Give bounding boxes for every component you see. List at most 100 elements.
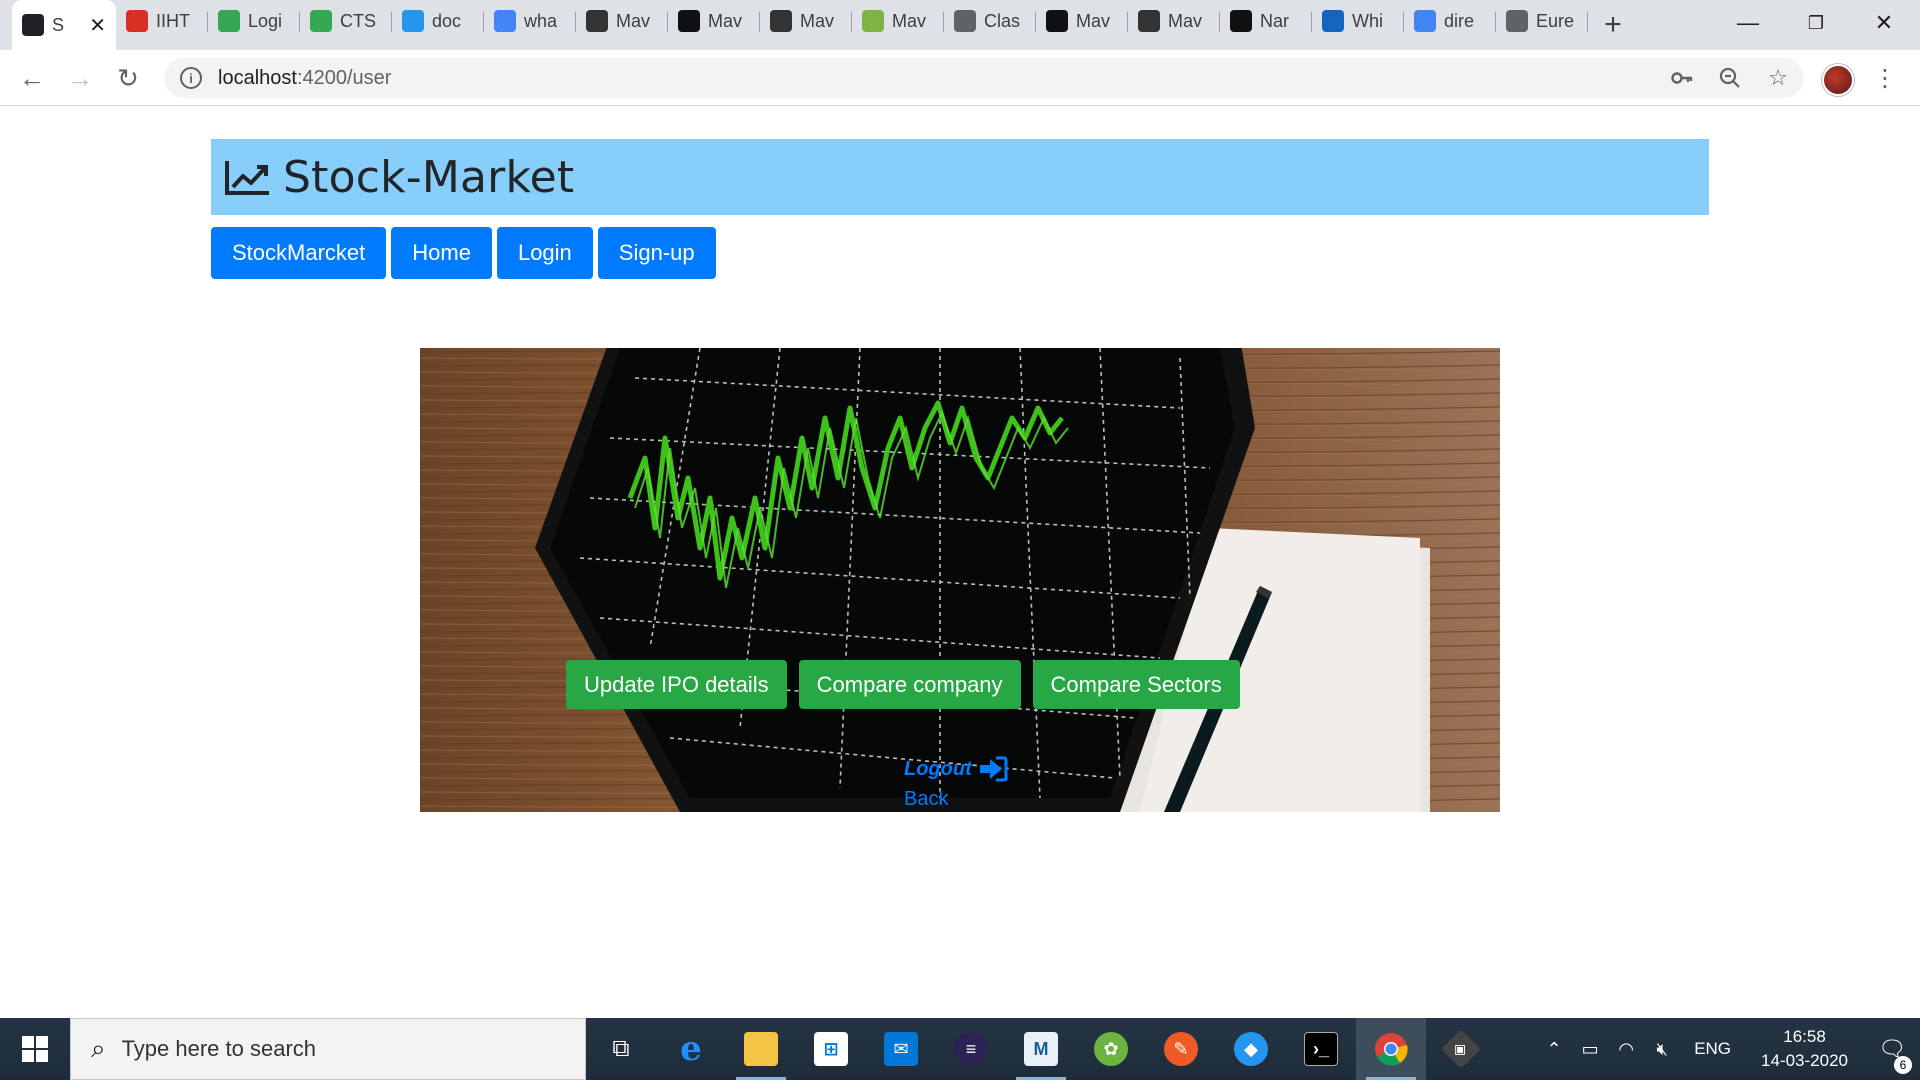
hero-image (420, 348, 1500, 812)
check-icon (310, 10, 332, 32)
sf-icon (678, 10, 700, 32)
restore-button[interactable]: ❐ (1782, 0, 1850, 46)
tab-strip: S ✕ IIHT Logi CTS doc wha Mav Mav Mav Mav Clas Mav Ma… (0, 0, 1920, 50)
key-icon[interactable] (1662, 58, 1702, 98)
store-icon[interactable]: ⊞ (796, 1018, 866, 1080)
edge-icon[interactable]: e (656, 1018, 726, 1080)
site-info-icon[interactable]: i (180, 67, 202, 89)
windows-start-icon[interactable] (0, 1018, 70, 1080)
back-arrow-icon[interactable]: ← (12, 58, 52, 98)
file-explorer-icon[interactable] (726, 1018, 796, 1080)
git-icon[interactable]: ◈ (1426, 1018, 1496, 1080)
browser-tab[interactable]: Clas (944, 0, 1036, 42)
browser-tab[interactable]: S ✕ (12, 0, 116, 50)
nav-login-button[interactable]: Login (496, 227, 593, 279)
zoom-icon[interactable] (1710, 58, 1750, 98)
docker-icon (402, 10, 424, 32)
browser-tab[interactable]: wha (484, 0, 576, 42)
diamond-icon (1138, 10, 1160, 32)
address-bar[interactable]: i localhost:4200/user (164, 58, 1804, 98)
spring-tool-icon[interactable]: ✿ (1076, 1018, 1146, 1080)
browser-tab[interactable]: Mav (576, 0, 668, 42)
browser-tab[interactable]: doc (392, 0, 484, 42)
reload-icon[interactable]: ↻ (108, 58, 148, 98)
tab-title: Mav (800, 10, 835, 31)
browser-tab[interactable]: Eure (1496, 0, 1588, 42)
language-indicator[interactable]: ENG (1694, 1039, 1731, 1059)
nav-home-button[interactable]: Home (391, 227, 492, 279)
tab-title: IIHT (156, 10, 190, 31)
compare-company-button[interactable]: Compare company (798, 660, 1021, 709)
profile-avatar[interactable] (1822, 64, 1854, 96)
globe-icon (954, 10, 976, 32)
gmail-icon (126, 10, 148, 32)
browser-tab[interactable]: Mav (1128, 0, 1220, 42)
browser-tab[interactable]: IIHT (116, 0, 208, 42)
tab-title: S (52, 14, 65, 35)
search-placeholder: Type here to search (121, 1036, 317, 1061)
page-viewport: Stock-Market StockMarcket Home Login Sig… (0, 106, 1920, 1018)
browser-tab[interactable]: Mav (1036, 0, 1128, 42)
check-icon (218, 10, 240, 32)
browser-tab[interactable]: Mav (760, 0, 852, 42)
system-tray: ⌃ ▭ ◠ 🔇︎ ENG 16:58 14-03-2020 🗨︎ 6 (1536, 1018, 1920, 1080)
forward-arrow-icon[interactable]: → (60, 58, 100, 98)
tab-title: Nar (1260, 10, 1290, 31)
tab-title: Mav (892, 10, 927, 31)
browser-tab[interactable]: dire (1404, 0, 1496, 42)
tab-title: Mav (1168, 10, 1203, 31)
logout-link[interactable]: Logout (904, 756, 1008, 782)
wave-icon (1322, 10, 1344, 32)
update-ipo-button[interactable]: Update IPO details (566, 660, 787, 709)
url-text[interactable]: localhost:4200/user (218, 67, 391, 90)
close-window-button[interactable]: ✕ (1850, 0, 1918, 46)
browser-tab[interactable]: Nar (1220, 0, 1312, 42)
notification-icon[interactable]: 🗨︎ 6 (1864, 1036, 1920, 1074)
chevron-up-icon[interactable]: ⌃ (1536, 1039, 1572, 1060)
leaf-icon (862, 10, 884, 32)
tab-title: Eure (1536, 10, 1575, 31)
logout-label[interactable]: Logout (904, 758, 972, 781)
windows-taskbar: ⌕ Type here to search ⧉ e ⊞ ✉ ≡ M ✿ ✎ ◆ … (0, 1018, 1920, 1080)
tab-title: dire (1444, 10, 1475, 31)
google-icon (494, 10, 516, 32)
nav-stockmarket-button[interactable]: StockMarcket (211, 227, 387, 279)
minimize-button[interactable]: — (1714, 0, 1782, 46)
diamond-icon (770, 10, 792, 32)
mysql-workbench-icon[interactable]: M (1006, 1018, 1076, 1080)
compare-sectors-button[interactable]: Compare Sectors (1032, 660, 1240, 709)
browser-menu-icon[interactable]: ⋮ (1870, 58, 1900, 98)
tab-title: doc (432, 10, 462, 31)
new-tab-button[interactable]: + (1588, 4, 1638, 46)
task-view-icon[interactable]: ⧉ (586, 1018, 656, 1080)
battery-icon[interactable]: ▭ (1572, 1039, 1608, 1060)
sign-in-icon[interactable] (978, 756, 1008, 782)
mail-icon[interactable]: ✉ (866, 1018, 936, 1080)
tab-title: Whi (1352, 10, 1383, 31)
wifi-icon[interactable]: ◠ (1608, 1039, 1644, 1060)
eclipse-icon[interactable]: ≡ (936, 1018, 1006, 1080)
diamond-icon (586, 10, 608, 32)
terminal-icon[interactable]: ›_ (1286, 1018, 1356, 1080)
search-icon: ⌕ (91, 1033, 106, 1063)
postman-icon[interactable]: ✎ (1146, 1018, 1216, 1080)
browser-tab[interactable]: Mav (668, 0, 760, 42)
browser-tab[interactable]: Whi (1312, 0, 1404, 42)
browser-tab[interactable]: CTS (300, 0, 392, 42)
github-icon (1230, 10, 1252, 32)
bookmark-star-icon[interactable]: ☆ (1758, 58, 1798, 98)
volume-muted-icon[interactable]: 🔇︎ (1644, 1039, 1680, 1060)
browser-tab[interactable]: Logi (208, 0, 300, 42)
clock[interactable]: 16:58 14-03-2020 (1761, 1025, 1848, 1073)
back-link[interactable]: Back (904, 788, 948, 811)
docker-icon[interactable]: ◆ (1216, 1018, 1286, 1080)
app-title: Stock-Market (283, 151, 575, 203)
taskbar-search-box[interactable]: ⌕ Type here to search (70, 1018, 586, 1080)
browser-tab[interactable]: Mav (852, 0, 944, 42)
chrome-icon[interactable] (1356, 1018, 1426, 1080)
nav-signup-button[interactable]: Sign-up (597, 227, 716, 279)
app-header: Stock-Market (211, 139, 1709, 215)
tab-title: wha (524, 10, 558, 31)
close-tab-icon[interactable]: ✕ (89, 13, 106, 38)
tab-title: Mav (1076, 10, 1111, 31)
